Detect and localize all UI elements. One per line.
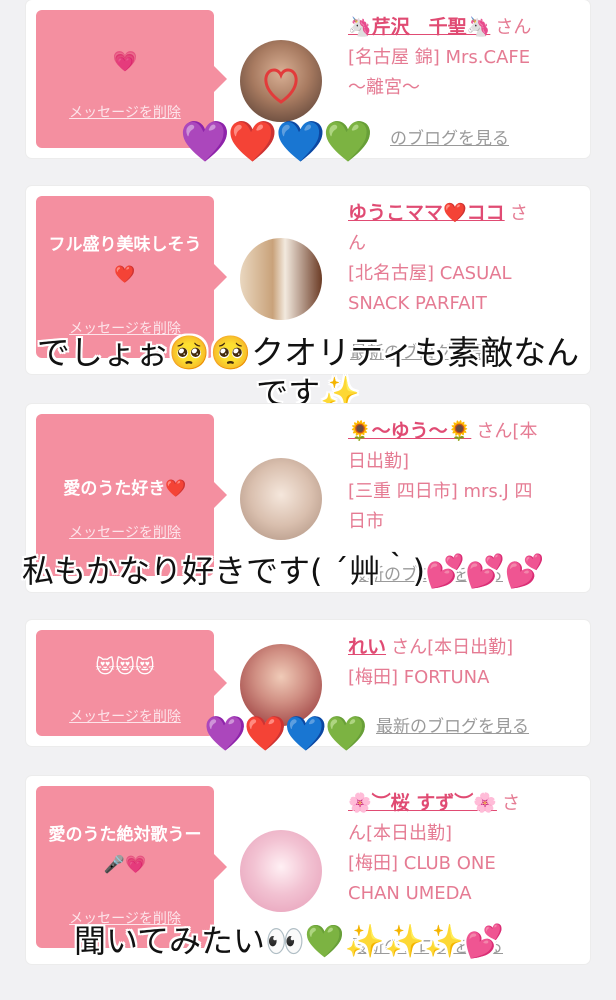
store-line-1: [梅田] FORTUNA	[348, 667, 490, 688]
store-line-1: ん	[348, 233, 366, 254]
store-line-1: 日出勤]	[348, 451, 410, 472]
store-line-2: 〜離宮〜	[348, 77, 420, 98]
hearts-sticker-top: 💜❤️💙💚	[180, 119, 373, 165]
hearts-sticker-mid: 💜❤️💙💚	[204, 714, 367, 754]
delete-message-link[interactable]: メッセージを削除	[36, 706, 214, 726]
delete-message-link[interactable]: メッセージを削除	[36, 522, 214, 542]
profile-info: れい さん[本日出勤] [梅田] FORTUNA	[348, 632, 582, 693]
overlay-caption-4: 聞いてみたい👀💚✨✨✨💕	[74, 922, 505, 960]
honorific-label: さ	[502, 793, 521, 814]
store-line-3: 日市	[348, 511, 384, 532]
honorific-label: さん[本日出勤]	[391, 637, 514, 658]
profile-name[interactable]: 🌻〜ゆう〜🌻	[348, 420, 471, 442]
avatar[interactable]	[240, 830, 322, 912]
store-line-3: SNACK PARFAIT	[348, 293, 487, 314]
profile-name[interactable]: 🌸︶桜 すず︶🌸	[348, 792, 497, 814]
profile-info: ゆうこママ❤️ココ さ ん [北名古屋] CASUAL SNACK PARFAI…	[348, 198, 582, 319]
avatar[interactable]	[240, 40, 322, 122]
store-line-2: [梅田] CLUB ONE	[348, 853, 496, 874]
message-text: 愛のうた絶対歌うー🎤💗	[48, 825, 202, 875]
store-line-2: [北名古屋] CASUAL	[348, 263, 512, 284]
profile-info: 🌸︶桜 すず︶🌸 さ ん[本日出勤] [梅田] CLUB ONE CHAN UM…	[348, 788, 582, 909]
profile-name[interactable]: ゆうこママ❤️ココ	[348, 202, 505, 224]
message-text: 💗	[112, 49, 138, 73]
profile-info: 🦄芹沢 千聖🦄 さん [名古屋 錦] Mrs.CAFE 〜離宮〜	[348, 12, 582, 103]
store-line-3: CHAN UMEDA	[348, 883, 472, 904]
message-text: 😻😻😻	[95, 656, 155, 678]
message-bubble: 😻😻😻 メッセージを削除	[36, 630, 227, 736]
avatar-heart-sticker	[264, 68, 298, 104]
message-text: 愛のうた好き❤️	[63, 479, 187, 499]
profile-name[interactable]: 🦄芹沢 千聖🦄	[348, 16, 490, 38]
avatar[interactable]	[240, 458, 322, 540]
overlay-caption-3: 私もかなり好きです( ´艸｀)💕💕💕	[22, 552, 545, 590]
latest-blog-link[interactable]: のブログを見る	[390, 124, 509, 149]
honorific-label: さん	[495, 17, 532, 38]
avatar[interactable]	[240, 238, 322, 320]
honorific-label: さ	[509, 203, 528, 224]
honorific-label: さん[本	[476, 421, 538, 442]
overlay-caption-1: でしょぉ🥺🥺クオリティも素敵なん	[36, 333, 580, 372]
store-line-1: ん[本日出勤]	[348, 823, 453, 844]
profile-info: 🌻〜ゆう〜🌻 さん[本 日出勤] [三重 四日市] mrs.J 四 日市	[348, 416, 582, 537]
latest-blog-link[interactable]: 最新のブログを見る	[376, 712, 529, 737]
store-line-1: [名古屋 錦] Mrs.CAFE	[348, 47, 531, 68]
profile-name[interactable]: れい	[348, 636, 386, 658]
store-line-2: [三重 四日市] mrs.J 四	[348, 481, 533, 502]
message-text: フル盛り美味しそう❤️	[48, 235, 202, 285]
